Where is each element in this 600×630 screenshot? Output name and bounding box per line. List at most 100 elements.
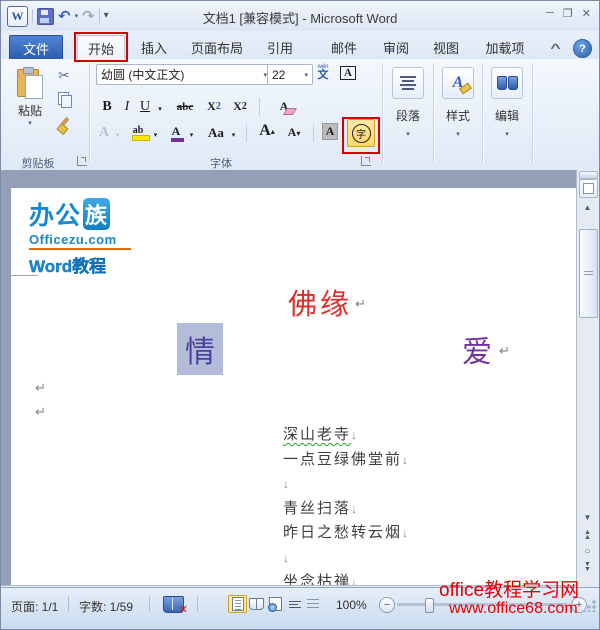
shrink-font-button[interactable]: A ▾ bbox=[283, 122, 305, 143]
close-button[interactable]: ✕ bbox=[582, 7, 591, 20]
copy-button[interactable] bbox=[53, 89, 75, 109]
styles-group-button[interactable]: A 样式 ▾ bbox=[435, 63, 481, 165]
change-case-button[interactable]: Aa bbox=[204, 122, 228, 143]
next-page-button[interactable]: ▼ ▼ bbox=[579, 560, 596, 574]
full-screen-reading-button[interactable] bbox=[248, 596, 265, 612]
collapse-ribbon-icon[interactable]: ^ bbox=[550, 41, 561, 55]
watermark-site-name: office教程学习网 bbox=[439, 580, 580, 601]
zoom-level[interactable]: 100% bbox=[336, 598, 367, 612]
logo-subtitle: Word教程 bbox=[29, 257, 107, 276]
scissors-icon: ✂ bbox=[58, 66, 70, 83]
text-effects-icon: A bbox=[98, 124, 110, 140]
cut-button[interactable]: ✂ bbox=[53, 65, 75, 85]
document-page[interactable]: 办公 族 Officezu.com Word教程 佛缘 ↵ 情 爱 ↵ ↵ ↵ … bbox=[10, 187, 578, 587]
paste-dropdown-icon[interactable]: ▾ bbox=[10, 119, 50, 127]
poem-body[interactable]: 深山老寺↓ 一点豆绿佛堂前↓ ↓ 青丝扫落↓ 昨日之愁转云烟↓ ↓ 坐念枯禅↓ … bbox=[283, 423, 408, 587]
editing-group-button[interactable]: 编辑 ▾ bbox=[484, 63, 530, 165]
watermark-site-url: www.office68.com bbox=[449, 600, 578, 617]
tab-insert[interactable]: 插入 bbox=[133, 35, 175, 59]
phonetic-guide-icon: wén 文 bbox=[317, 64, 329, 81]
character-border-button[interactable]: A bbox=[337, 62, 359, 83]
clipboard-dialog-launcher[interactable] bbox=[77, 156, 87, 166]
outline-view-button[interactable] bbox=[286, 596, 303, 612]
ruler-toggle-button[interactable] bbox=[579, 179, 598, 198]
vertical-scrollbar[interactable]: ▲ ▼ ▲ ▲ ○ ▼ ▼ bbox=[576, 170, 599, 587]
previous-page-button[interactable]: ▲ ▲ bbox=[579, 528, 596, 542]
italic-button[interactable]: I bbox=[119, 96, 135, 117]
format-painter-button[interactable] bbox=[53, 115, 75, 135]
font-color-button[interactable]: A bbox=[167, 120, 185, 142]
editing-group-label: 编辑 bbox=[494, 109, 519, 123]
text-effects-button[interactable]: A bbox=[95, 122, 113, 143]
logo-rule bbox=[29, 248, 131, 250]
zoom-slider-thumb[interactable] bbox=[425, 598, 434, 613]
help-icon[interactable]: ? bbox=[573, 39, 592, 58]
web-layout-view-button[interactable] bbox=[267, 596, 284, 612]
divider bbox=[149, 596, 150, 612]
paste-button[interactable]: 粘贴 ▾ bbox=[9, 64, 51, 152]
highlight-dropdown-icon[interactable]: ▾ bbox=[151, 124, 160, 145]
chevron-down-icon: ▾ bbox=[505, 131, 509, 138]
divider bbox=[259, 98, 260, 116]
word-count-indicator[interactable]: 字数: 1/59 bbox=[79, 598, 133, 615]
restore-button[interactable]: ❐ bbox=[563, 7, 573, 20]
tab-references[interactable]: 引用 bbox=[259, 35, 301, 59]
clear-formatting-icon: A bbox=[279, 99, 289, 113]
font-size-combobox[interactable]: 22 ▾ bbox=[267, 64, 313, 85]
chevron-down-icon[interactable]: ▾ bbox=[304, 71, 308, 79]
draft-view-button[interactable] bbox=[304, 596, 321, 612]
title-bar: W ↶ ▾ ↷ ▾ 文档1 [兼容模式] - Microsoft Word ─ … bbox=[1, 1, 599, 32]
web-layout-icon bbox=[268, 597, 282, 612]
grow-font-button[interactable]: A ▴ bbox=[255, 120, 279, 141]
tab-view[interactable]: 视图 bbox=[425, 35, 467, 59]
font-dialog-launcher[interactable] bbox=[361, 156, 371, 166]
character-shading-button[interactable]: A bbox=[319, 121, 341, 142]
font-color-dropdown-icon[interactable]: ▾ bbox=[187, 124, 196, 145]
underline-dropdown-icon[interactable]: ▾ bbox=[155, 98, 165, 119]
scroll-down-icon[interactable]: ▼ bbox=[579, 510, 596, 524]
group-separator bbox=[382, 63, 384, 163]
font-name-combobox[interactable]: 幼圆 (中文正文) ▾ bbox=[96, 64, 272, 85]
vertical-scroll-thumb[interactable] bbox=[579, 229, 598, 318]
resize-grip[interactable] bbox=[584, 600, 596, 612]
zoom-out-button[interactable]: − bbox=[379, 597, 395, 613]
officezu-logo: 办公 族 Officezu.com Word教程 bbox=[29, 196, 159, 277]
poem-title[interactable]: 佛缘 bbox=[288, 281, 352, 323]
tab-add-ins[interactable]: 加载项 bbox=[477, 35, 533, 59]
minimize-button[interactable]: ─ bbox=[546, 7, 554, 20]
outline-view-icon bbox=[288, 600, 301, 608]
tab-file[interactable]: 文件 bbox=[9, 35, 63, 61]
tab-mailings[interactable]: 邮件 bbox=[323, 35, 365, 59]
highlight-color-button[interactable]: ab bbox=[127, 120, 150, 141]
right-character[interactable]: 爱 bbox=[462, 327, 492, 371]
change-case-dropdown-icon[interactable]: ▾ bbox=[229, 124, 238, 145]
spellcheck-icon[interactable]: ✕ bbox=[163, 596, 188, 616]
poem-line: 青丝扫落↓ bbox=[283, 499, 358, 517]
split-handle[interactable] bbox=[579, 171, 598, 179]
tab-review[interactable]: 审阅 bbox=[375, 35, 417, 59]
bold-button[interactable]: B bbox=[97, 96, 117, 117]
print-layout-view-button[interactable] bbox=[228, 595, 247, 613]
paragraph-icon bbox=[392, 67, 424, 99]
underline-button[interactable]: U bbox=[137, 96, 153, 117]
paragraph-group-button[interactable]: 段落 ▾ bbox=[385, 63, 431, 165]
scroll-up-icon[interactable]: ▲ bbox=[579, 200, 596, 214]
poem-line: ↓ bbox=[283, 550, 289, 565]
strikethrough-button[interactable]: abc bbox=[171, 96, 199, 117]
chevron-down-icon: ▾ bbox=[406, 131, 410, 138]
superscript-button[interactable]: X2 bbox=[229, 96, 251, 117]
page-indicator[interactable]: 页面: 1/1 bbox=[11, 598, 58, 615]
phonetic-guide-button[interactable]: wén 文 bbox=[312, 62, 334, 83]
selected-character[interactable]: 情 bbox=[177, 323, 223, 375]
tab-page-layout[interactable]: 页面布局 bbox=[181, 35, 253, 59]
group-separator bbox=[89, 63, 91, 163]
subscript-button[interactable]: X2 bbox=[203, 96, 225, 117]
select-browse-object-button[interactable]: ○ bbox=[579, 545, 596, 558]
print-layout-icon bbox=[231, 597, 244, 611]
paragraph-mark: ↵ bbox=[355, 296, 366, 311]
text-effects-dropdown-icon[interactable]: ▾ bbox=[113, 124, 122, 145]
document-area: 办公 族 Officezu.com Word教程 佛缘 ↵ 情 爱 ↵ ↵ ↵ … bbox=[1, 170, 599, 587]
reading-view-icon bbox=[249, 598, 264, 610]
poem-line: 一点豆绿佛堂前↓ bbox=[283, 450, 409, 468]
clear-formatting-button[interactable]: A bbox=[269, 96, 299, 117]
